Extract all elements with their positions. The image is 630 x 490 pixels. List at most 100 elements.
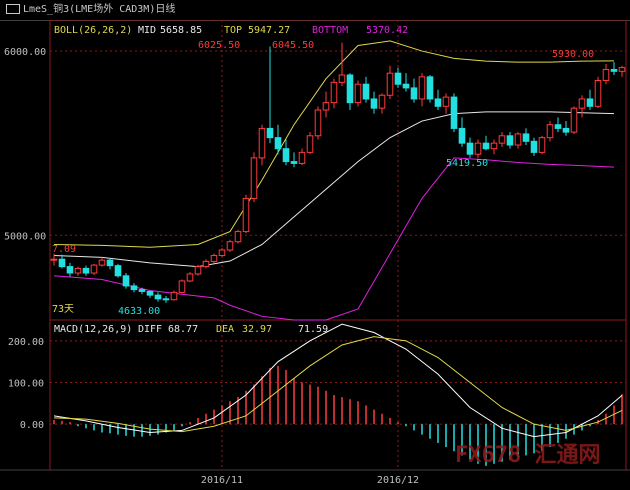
window-title: LmeS_铜3(LME场外 CAD3M)日线 bbox=[23, 4, 176, 15]
candle-body bbox=[354, 83, 362, 104]
candle-body bbox=[562, 127, 570, 133]
candle-body bbox=[474, 142, 482, 155]
candle-body bbox=[218, 249, 226, 257]
candle-body bbox=[178, 280, 186, 293]
boll-top-label: TOP bbox=[224, 25, 242, 36]
candle-body bbox=[146, 290, 154, 296]
macd-diff-value: 68.77 bbox=[168, 324, 198, 335]
candle-body bbox=[530, 140, 538, 153]
boll-legend-label: BOLL(26,26,2) bbox=[54, 25, 132, 36]
candle-body bbox=[202, 260, 210, 268]
candle-body bbox=[466, 142, 474, 155]
candle-body bbox=[194, 266, 202, 275]
candle-body bbox=[338, 74, 346, 83]
x-tick-label: 2016/12 bbox=[377, 475, 419, 486]
candle-body bbox=[306, 135, 314, 153]
macd-tick-label: 0.00 bbox=[20, 420, 44, 431]
candle-body bbox=[458, 127, 466, 144]
candle-body bbox=[554, 124, 562, 129]
candle-body bbox=[234, 231, 242, 243]
candle-body bbox=[66, 266, 74, 274]
macd-tick-label: 100.00 bbox=[8, 379, 44, 390]
y-tick-label: 5000.00 bbox=[4, 231, 46, 242]
candle-body bbox=[610, 68, 618, 72]
boll-mid-line bbox=[53, 111, 615, 268]
high-annotation-1: 6025.50 bbox=[198, 40, 240, 51]
candle-body bbox=[282, 148, 290, 163]
candle-body bbox=[210, 255, 218, 262]
candle-body bbox=[450, 96, 458, 129]
left-red-value: 7.09 bbox=[52, 244, 76, 255]
recent-high-annotation: 5930.00 bbox=[552, 49, 594, 60]
candle-body bbox=[418, 76, 426, 100]
candle-body bbox=[386, 72, 394, 96]
candle-body bbox=[298, 151, 306, 164]
candle-body bbox=[498, 135, 506, 144]
candle-body bbox=[170, 291, 178, 301]
macd-dea-label: DEA bbox=[216, 324, 234, 335]
candle-body bbox=[130, 285, 138, 291]
candle-body bbox=[346, 74, 354, 104]
macd-dea-line bbox=[53, 336, 623, 433]
candle-body bbox=[506, 135, 514, 146]
candle-body bbox=[322, 102, 330, 111]
macd-legend-label: MACD(12,26,9) bbox=[54, 324, 132, 335]
candle-body bbox=[122, 275, 130, 287]
candle-body bbox=[482, 142, 490, 150]
window-title-bar: LmeS_铜3(LME场外 CAD3M)日线 bbox=[0, 0, 630, 21]
candle-body bbox=[186, 273, 194, 282]
candle-body bbox=[50, 258, 58, 261]
candle-body bbox=[330, 81, 338, 104]
candle-body bbox=[370, 98, 378, 109]
macd-dea-value: 32.97 bbox=[242, 324, 272, 335]
boll-mid-value: 5658.85 bbox=[160, 25, 202, 36]
boll-top-line bbox=[53, 40, 615, 248]
candle-body bbox=[154, 294, 162, 300]
boll-mid-label: MID bbox=[138, 25, 156, 36]
candle-body bbox=[314, 109, 322, 137]
candle-body bbox=[106, 259, 114, 267]
candle-body bbox=[362, 83, 370, 100]
macd-tick-label: 200.00 bbox=[8, 337, 44, 348]
low-annotation-mid: 5419.50 bbox=[446, 158, 488, 169]
candle-body bbox=[586, 98, 594, 107]
candle-body bbox=[242, 197, 250, 233]
candle-body bbox=[258, 127, 266, 159]
candle-body bbox=[570, 107, 578, 133]
candle-body bbox=[226, 241, 234, 251]
candle-body bbox=[410, 87, 418, 100]
window-icon[interactable] bbox=[6, 4, 20, 14]
candle-body bbox=[522, 133, 530, 142]
candle-body bbox=[514, 133, 522, 146]
candle-body bbox=[578, 98, 586, 109]
candle-body bbox=[98, 259, 106, 266]
watermark-text: FX678 汇通网 bbox=[455, 443, 600, 468]
candle-body bbox=[274, 137, 282, 150]
high-annotation-2: 6045.50 bbox=[272, 40, 314, 51]
macd-value: 71.59 bbox=[298, 324, 328, 335]
candle-body bbox=[114, 265, 122, 277]
candle-body bbox=[602, 68, 610, 82]
candle-body bbox=[618, 67, 626, 72]
boll-top-value: 5947.27 bbox=[248, 25, 290, 36]
candle-body bbox=[426, 76, 434, 100]
x-tick-label: 2016/11 bbox=[201, 475, 243, 486]
candle-body bbox=[394, 72, 402, 85]
candle-body bbox=[402, 83, 410, 89]
candle-body bbox=[594, 80, 602, 107]
candle-body bbox=[58, 258, 66, 268]
candle-body bbox=[378, 94, 386, 109]
macd-diff-label: DIFF bbox=[138, 324, 162, 335]
plot-frame bbox=[49, 20, 627, 471]
candlestick-chart: 5000.00 6000.00 0.00 100.00 200.00 2016/11 201… bbox=[0, 20, 630, 486]
candle-body bbox=[250, 157, 258, 199]
candle-body bbox=[82, 267, 90, 274]
candle-body bbox=[442, 96, 450, 107]
boll-bottom-value: 5370.42 bbox=[366, 25, 408, 36]
left-days-label: 73天 bbox=[52, 304, 74, 315]
candle-body bbox=[90, 264, 98, 274]
candle-body bbox=[290, 161, 298, 164]
candle-body bbox=[266, 127, 274, 139]
candle-body bbox=[162, 298, 170, 301]
candle-body bbox=[138, 289, 146, 292]
